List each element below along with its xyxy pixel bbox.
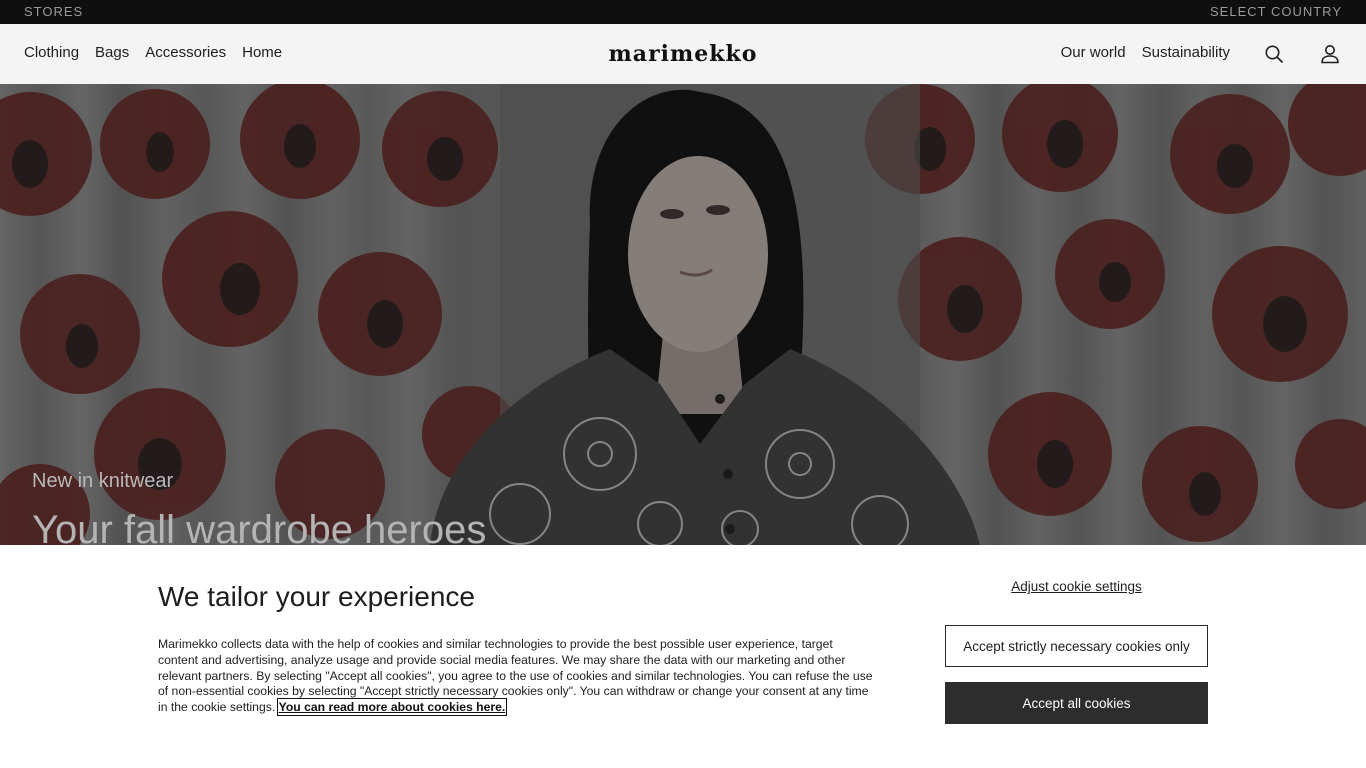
nav-link-bags[interactable]: Bags xyxy=(95,44,129,61)
nav-link-clothing[interactable]: Clothing xyxy=(24,44,79,61)
marimekko-logo[interactable]: marimekko xyxy=(602,41,764,67)
select-country-link[interactable]: SELECT COUNTRY xyxy=(1210,4,1342,19)
adjust-cookie-settings-link[interactable]: Adjust cookie settings xyxy=(945,579,1208,594)
cookie-banner-title: We tailor your experience xyxy=(158,581,475,612)
cookie-banner-body: Marimekko collects data with the help of… xyxy=(158,637,873,715)
hero-image xyxy=(0,84,1366,545)
nav-link-our-world[interactable]: Our world xyxy=(1061,44,1126,61)
primary-nav-links: Clothing Bags Accessories Home xyxy=(24,44,282,61)
cookie-consent-banner: We tailor your experience Marimekko coll… xyxy=(0,545,1366,768)
hero-headline[interactable]: Your fall wardrobe heroes xyxy=(32,508,486,545)
stores-link[interactable]: STORES xyxy=(24,4,83,19)
search-icon[interactable] xyxy=(1263,43,1285,65)
accept-all-cookies-button[interactable]: Accept all cookies xyxy=(945,682,1208,724)
accept-necessary-cookies-button[interactable]: Accept strictly necessary cookies only xyxy=(945,625,1208,667)
hero-banner[interactable]: New in knitwear Your fall wardrobe heroe… xyxy=(0,84,1366,545)
nav-link-home[interactable]: Home xyxy=(242,44,282,61)
cookie-read-more-link[interactable]: You can read more about cookies here. xyxy=(276,698,508,717)
utility-bar: STORES SELECT COUNTRY xyxy=(0,0,1366,24)
cookie-banner-text: Marimekko collects data with the help of… xyxy=(158,637,874,717)
main-navigation: Clothing Bags Accessories Home marimekko… xyxy=(0,24,1366,84)
account-icon[interactable] xyxy=(1319,43,1341,65)
hero-eyebrow: New in knitwear xyxy=(32,470,174,492)
nav-link-sustainability[interactable]: Sustainability xyxy=(1142,44,1230,61)
secondary-nav-links: Our world Sustainability xyxy=(1061,44,1230,61)
nav-link-accessories[interactable]: Accessories xyxy=(145,44,226,61)
